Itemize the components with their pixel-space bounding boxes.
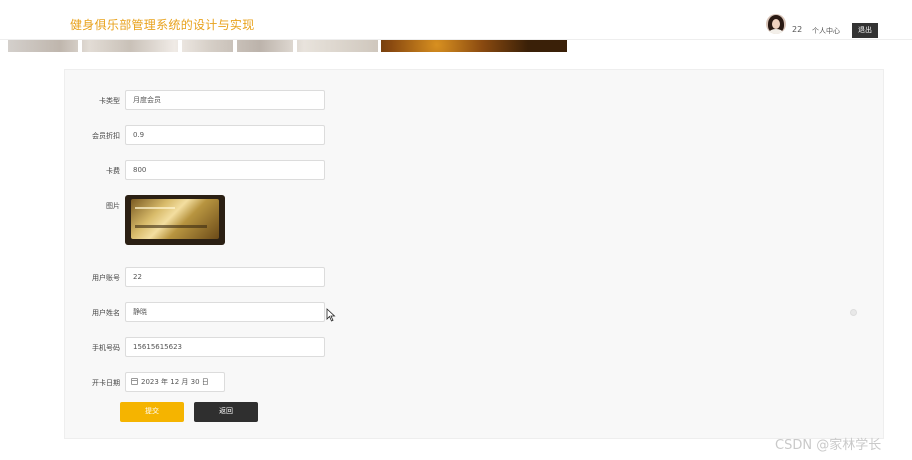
phone-label: 手机号码 (92, 344, 120, 352)
phone-field[interactable]: 15615615623 (125, 337, 325, 357)
account-field[interactable]: 22 (125, 267, 325, 287)
calendar-icon (131, 378, 138, 385)
discount-label: 会员折扣 (92, 132, 120, 140)
card-type-label: 卡类型 (99, 97, 120, 105)
card-fee-field[interactable]: 800 (125, 160, 325, 180)
user-id: 22 (792, 25, 803, 34)
name-field[interactable]: 静晓 (125, 302, 325, 322)
open-date-field[interactable]: 2023 年 12 月 30 日 (125, 372, 225, 392)
watermark-text: CSDN @家林学长 (775, 438, 882, 453)
open-date-value: 2023 年 12 月 30 日 (141, 378, 209, 386)
account-label: 用户账号 (92, 274, 120, 282)
mouse-cursor-icon (326, 308, 336, 322)
user-avatar[interactable] (766, 14, 786, 34)
image-label: 图片 (106, 202, 120, 210)
card-fee-label: 卡费 (106, 167, 120, 175)
submit-button[interactable]: 提交 (120, 402, 184, 422)
scroll-indicator[interactable] (850, 309, 857, 316)
site-title: 健身俱乐部管理系统的设计与实现 (70, 18, 255, 32)
return-button[interactable]: 返回 (194, 402, 258, 422)
banner-image-right (381, 40, 567, 52)
name-label: 用户姓名 (92, 309, 120, 317)
logout-button[interactable]: 退出 (852, 23, 878, 38)
banner-image-left (8, 40, 378, 52)
discount-field[interactable]: 0.9 (125, 125, 325, 145)
card-type-field[interactable]: 月度会员 (125, 90, 325, 110)
top-navigation-bar: 健身俱乐部管理系统的设计与实现 22 个人中心 退出 (0, 0, 912, 40)
membership-card-image (125, 195, 225, 245)
open-date-label: 开卡日期 (92, 379, 120, 387)
profile-link[interactable]: 个人中心 (812, 26, 840, 36)
